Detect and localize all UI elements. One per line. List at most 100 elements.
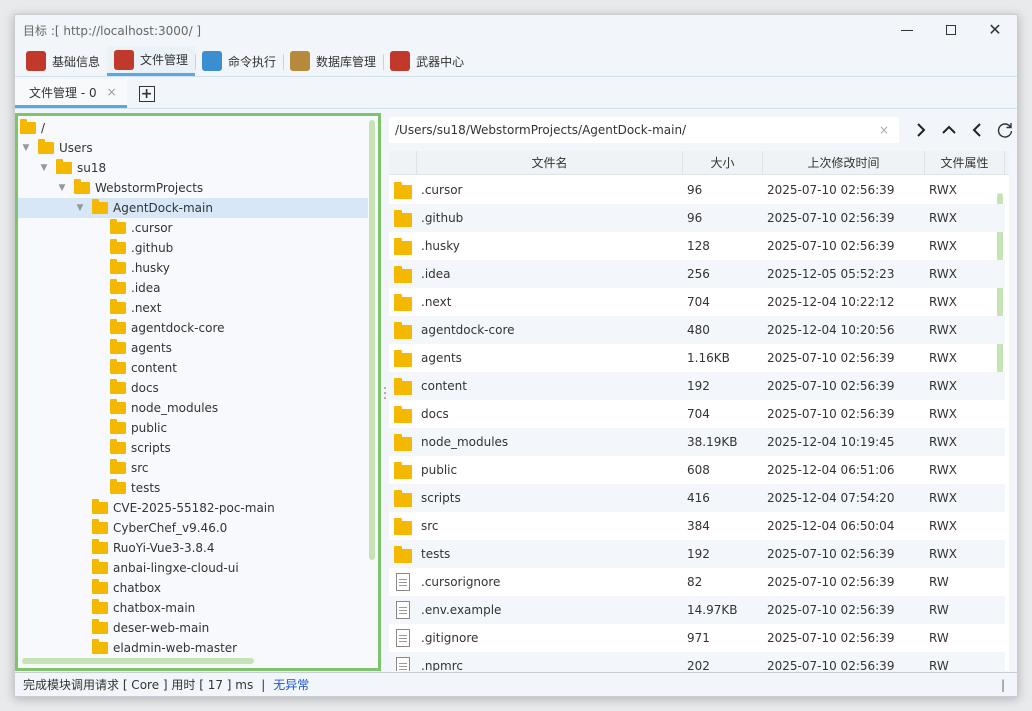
tree-item[interactable]: docs bbox=[18, 378, 368, 398]
minimize-button[interactable] bbox=[885, 15, 929, 45]
file-attributes: RWX bbox=[929, 183, 957, 197]
table-row[interactable]: .npmrc 202 2025-07-10 02:56:39 RW bbox=[389, 652, 1005, 671]
tab-file-manager-0[interactable]: 文件管理 - 0 × bbox=[15, 79, 127, 108]
tree-item[interactable]: ▼ AgentDock-main bbox=[18, 198, 368, 218]
tree-item[interactable]: anbai-lingxe-cloud-ui bbox=[18, 558, 368, 578]
table-row[interactable]: .github 96 2025-07-10 02:56:39 RWX bbox=[389, 204, 1005, 232]
sub-tab-bar: 文件管理 - 0 × + bbox=[15, 79, 1017, 109]
table-row[interactable]: tests 192 2025-07-10 02:56:39 RWX bbox=[389, 540, 1005, 568]
tree-item[interactable]: src bbox=[18, 458, 368, 478]
header-modified[interactable]: 上次修改时间 bbox=[763, 151, 925, 174]
file-attributes: RW bbox=[929, 575, 949, 589]
folder-icon bbox=[110, 239, 126, 254]
tree-item-label: WebstormProjects bbox=[95, 181, 204, 195]
tree-item[interactable]: node_modules bbox=[18, 398, 368, 418]
table-row[interactable]: .cursorignore 82 2025-07-10 02:56:39 RW bbox=[389, 568, 1005, 596]
table-row[interactable]: docs 704 2025-07-10 02:56:39 RWX bbox=[389, 400, 1005, 428]
tree-item[interactable]: CyberChef_v9.46.0 bbox=[18, 518, 368, 538]
row-icon-cell bbox=[389, 349, 417, 367]
header-size[interactable]: 大小 bbox=[683, 151, 763, 174]
tree-item[interactable]: / bbox=[18, 118, 368, 138]
file-size: 96 bbox=[687, 183, 703, 197]
tree-item[interactable]: CVE-2025-55182-poc-main bbox=[18, 498, 368, 518]
tree-item[interactable]: deser-web-main bbox=[18, 618, 368, 638]
tree-item[interactable]: .idea bbox=[18, 278, 368, 298]
file-size: 96 bbox=[687, 211, 703, 225]
add-tab-button[interactable]: + bbox=[138, 86, 155, 102]
tree-item[interactable]: tests bbox=[18, 478, 368, 498]
forward-button[interactable] bbox=[907, 117, 935, 143]
close-button[interactable]: ✕ bbox=[973, 15, 1017, 45]
file-size: 384 bbox=[687, 519, 710, 533]
table-row[interactable]: .env.example 14.97KB 2025-07-10 02:56:39 RW bbox=[389, 596, 1005, 624]
tree-item[interactable]: ▼ WebstormProjects bbox=[18, 178, 368, 198]
up-button[interactable] bbox=[935, 117, 963, 143]
toolbox-icon bbox=[390, 51, 411, 71]
header-attributes[interactable]: 文件属性 bbox=[925, 151, 1005, 174]
header-name[interactable]: 文件名 bbox=[417, 151, 683, 174]
table-row[interactable]: public 608 2025-12-04 06:51:06 RWX bbox=[389, 456, 1005, 484]
table-row[interactable]: .gitignore 971 2025-07-10 02:56:39 RW bbox=[389, 624, 1005, 652]
expand-arrow-icon[interactable]: ▼ bbox=[38, 163, 50, 173]
tree-item-label: agentdock-core bbox=[131, 321, 225, 335]
tree-item[interactable]: chatbox bbox=[18, 578, 368, 598]
tree-item-label: CVE-2025-55182-poc-main bbox=[113, 501, 275, 515]
path-value: /Users/su18/WebstormProjects/AgentDock-m… bbox=[395, 123, 687, 137]
row-icon-cell bbox=[389, 209, 417, 227]
tree-item[interactable]: RuoYi-Vue3-3.8.4 bbox=[18, 538, 368, 558]
clear-path-icon[interactable]: × bbox=[879, 123, 889, 137]
file-name: .idea bbox=[421, 267, 451, 281]
tab-database[interactable]: 数据库管理 bbox=[283, 46, 385, 76]
file-modified: 2025-12-04 10:20:56 bbox=[767, 323, 895, 337]
table-row[interactable]: .idea 256 2025-12-05 05:52:23 RWX bbox=[389, 260, 1005, 288]
tree-item-label: AgentDock-main bbox=[113, 201, 213, 215]
table-row[interactable]: src 384 2025-12-04 06:50:04 RWX bbox=[389, 512, 1005, 540]
file-size: 192 bbox=[687, 379, 710, 393]
tab-close-icon[interactable]: × bbox=[107, 85, 117, 99]
tree-item[interactable]: eladmin-web-master bbox=[18, 638, 368, 658]
tree-item-label: / bbox=[41, 121, 46, 135]
folder-icon bbox=[92, 539, 108, 554]
table-row[interactable]: node_modules 38.19KB 2025-12-04 10:19:45 RW… bbox=[389, 428, 1005, 456]
tree-item[interactable]: ▼ su18 bbox=[18, 158, 368, 178]
tab-terminal[interactable]: 命令执行 bbox=[195, 46, 285, 76]
path-input[interactable]: /Users/su18/WebstormProjects/AgentDock-m… bbox=[389, 117, 899, 143]
tree-item[interactable]: agentdock-core bbox=[18, 318, 368, 338]
tab-file-manager[interactable]: 文件管理 bbox=[107, 46, 197, 76]
expand-arrow-icon[interactable]: ▼ bbox=[74, 203, 86, 213]
grip-dot bbox=[383, 387, 386, 389]
table-row[interactable]: .cursor 96 2025-07-10 02:56:39 RWX bbox=[389, 176, 1005, 204]
tree-item[interactable]: .cursor bbox=[18, 218, 368, 238]
folder-icon bbox=[92, 599, 108, 614]
expand-arrow-icon[interactable]: ▼ bbox=[20, 143, 32, 153]
table-row[interactable]: scripts 416 2025-12-04 07:54:20 RWX bbox=[389, 484, 1005, 512]
file-size: 704 bbox=[687, 407, 710, 421]
expand-arrow-icon[interactable]: ▼ bbox=[56, 183, 68, 193]
row-icon-cell bbox=[389, 461, 417, 479]
table-row[interactable]: agents 1.16KB 2025-07-10 02:56:39 RWX bbox=[389, 344, 1005, 372]
directory-tree[interactable]: / ▼ Users ▼ su18 ▼ WebstormProjects ▼ AgentDock-… bbox=[15, 113, 381, 671]
folder-icon bbox=[38, 139, 54, 154]
tree-item[interactable]: ▼ Users bbox=[18, 138, 368, 158]
tree-item[interactable]: .github bbox=[18, 238, 368, 258]
back-button[interactable] bbox=[963, 117, 991, 143]
tree-horizontal-scrollbar[interactable] bbox=[22, 658, 254, 664]
tree-item[interactable]: scripts bbox=[18, 438, 368, 458]
table-row[interactable]: .next 704 2025-12-04 10:22:12 RWX bbox=[389, 288, 1005, 316]
tree-item[interactable]: content bbox=[18, 358, 368, 378]
table-row[interactable]: content 192 2025-07-10 02:56:39 RWX bbox=[389, 372, 1005, 400]
table-row[interactable]: agentdock-core 480 2025-12-04 10:20:56 RWX bbox=[389, 316, 1005, 344]
maximize-button[interactable] bbox=[929, 15, 973, 45]
tree-item[interactable]: public bbox=[18, 418, 368, 438]
refresh-button[interactable] bbox=[991, 117, 1017, 143]
tree-item[interactable]: .husky bbox=[18, 258, 368, 278]
tab-toolbox[interactable]: 武器中心 bbox=[383, 46, 471, 76]
file-name: agentdock-core bbox=[421, 323, 515, 337]
splitter-handle[interactable] bbox=[383, 387, 386, 399]
table-row[interactable]: .husky 128 2025-07-10 02:56:39 RWX bbox=[389, 232, 1005, 260]
tree-item[interactable]: chatbox-main bbox=[18, 598, 368, 618]
tree-vertical-scrollbar[interactable] bbox=[369, 120, 375, 560]
tree-item[interactable]: agents bbox=[18, 338, 368, 358]
tree-item[interactable]: .next bbox=[18, 298, 368, 318]
tab-info[interactable]: 基础信息 bbox=[19, 46, 109, 76]
